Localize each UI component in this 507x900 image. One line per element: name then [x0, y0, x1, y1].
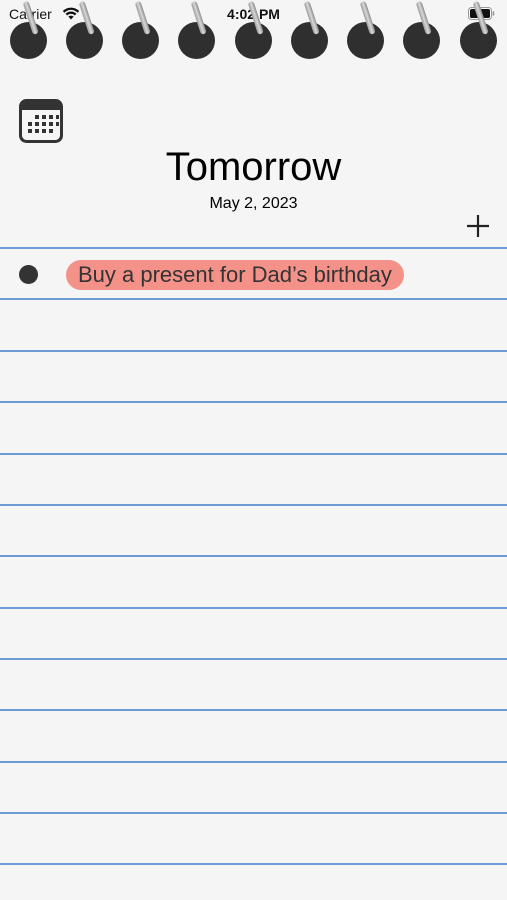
spiral-binding	[0, 0, 507, 64]
rule-line	[0, 863, 507, 865]
binding-ring	[235, 22, 272, 59]
binding-ring	[10, 22, 47, 59]
rule-line	[0, 658, 507, 660]
binding-ring	[291, 22, 328, 59]
binding-ring	[347, 22, 384, 59]
rule-line	[0, 350, 507, 352]
calendar-icon	[19, 99, 63, 143]
calendar-button[interactable]	[19, 99, 63, 143]
rule-line	[0, 247, 507, 249]
rule-line	[0, 555, 507, 557]
binding-ring	[122, 22, 159, 59]
rule-line	[0, 761, 507, 763]
rule-line	[0, 504, 507, 506]
plus-icon	[467, 215, 489, 237]
binding-ring	[460, 22, 497, 59]
page-title: Tomorrow	[165, 145, 342, 189]
binding-ring	[66, 22, 103, 59]
rule-line	[0, 812, 507, 814]
rule-line	[0, 709, 507, 711]
task-row[interactable]: Buy a present for Dad’s birthday	[0, 250, 507, 299]
task-bullet[interactable]	[19, 265, 38, 284]
binding-ring	[178, 22, 215, 59]
rule-line	[0, 453, 507, 455]
rule-line	[0, 607, 507, 609]
task-label[interactable]: Buy a present for Dad’s birthday	[66, 260, 404, 290]
add-task-button[interactable]	[464, 212, 492, 240]
rule-line	[0, 401, 507, 403]
page-date: May 2, 2023	[209, 195, 298, 212]
binding-ring	[403, 22, 440, 59]
